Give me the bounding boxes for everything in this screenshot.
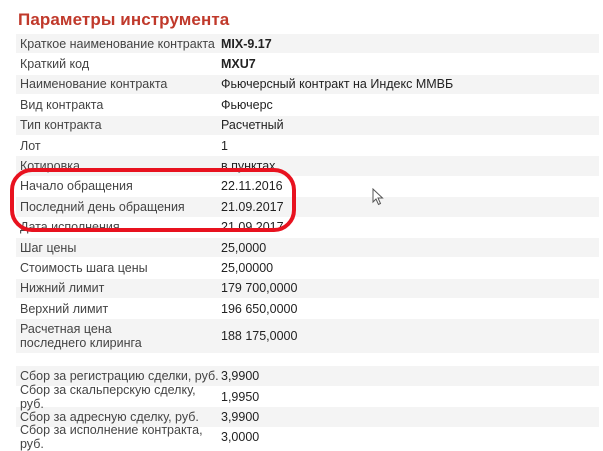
row-value: 179 700,0000 — [221, 281, 298, 296]
table-row: Расчетная цена последнего клиринга 188 17… — [16, 319, 599, 355]
table-row: Краткий код MXU7 — [16, 54, 599, 75]
table-row: Наименование контракта Фьючерсный контрак… — [16, 74, 599, 96]
row-label: Краткое наименование контракта — [20, 36, 215, 51]
table-row: Котировка в пунктах — [16, 156, 599, 177]
table-row: Лот 1 — [16, 135, 599, 157]
row-label: Лот — [20, 138, 41, 153]
row-value: MXU7 — [221, 57, 256, 72]
row-label: Нижний лимит — [20, 281, 105, 296]
row-label: Последний день обращения — [20, 199, 185, 214]
row-label: Тип контракта — [20, 118, 102, 133]
row-label: Сбор за адресную сделку, руб. — [20, 409, 199, 424]
row-label: Сбор за исполнение контракта, руб. — [20, 423, 203, 451]
row-label: Шаг цены — [20, 240, 77, 255]
row-label: Стоимость шага цены — [20, 260, 148, 275]
row-value: 3,9900 — [221, 369, 260, 384]
table-row: Шаг цены 25,0000 — [16, 237, 599, 259]
row-value: 1 — [221, 138, 228, 153]
table-row: Сбор за скальперскую сделку, руб. 1,9950 — [16, 383, 599, 411]
row-value: 21.09.2017 — [221, 199, 284, 214]
table-row: Начало обращения 22.11.2016 — [16, 176, 599, 198]
row-label: Верхний лимит — [20, 301, 109, 316]
row-value: 188 175,0000 — [221, 329, 298, 344]
row-value: 25,00000 — [221, 260, 274, 275]
table-row: Вид контракта Фьючерс — [16, 95, 599, 116]
row-value: 25,0000 — [221, 240, 267, 255]
table-row: Нижний лимит 179 700,0000 — [16, 278, 599, 300]
row-value: 3,0000 — [221, 430, 260, 445]
params-rows: Краткое наименование контракта MIX-9.17 Кр… — [16, 34, 599, 355]
row-value: 1,9950 — [221, 389, 260, 404]
table-row: Последний день обращения 21.09.2017 — [16, 197, 599, 218]
table-row: Краткое наименование контракта MIX-9.17 — [16, 34, 599, 55]
fee-rows: Сбор за регистрацию сделки, руб. 3,9900 Сб… — [16, 366, 599, 451]
row-value: 22.11.2016 — [221, 179, 283, 194]
row-label: Дата исполнения — [20, 220, 120, 235]
table-row: Тип контракта Расчетный — [16, 115, 599, 136]
row-label: Начало обращения — [20, 179, 133, 194]
row-label: Вид контракта — [20, 97, 104, 112]
row-label: Расчетная цена последнего клиринга — [20, 322, 142, 351]
table-row: Стоимость шага цены 25,00000 — [16, 258, 599, 279]
table-spacer — [16, 354, 599, 366]
row-value: 3,9900 — [221, 409, 260, 424]
row-value: Фьючерсный контракт на Индекс ММВБ — [221, 77, 454, 92]
row-label: Наименование контракта — [20, 77, 168, 92]
section-title: Параметры инструмента — [18, 10, 230, 29]
row-value: 21.09.2017 — [221, 220, 284, 235]
instrument-params-table: Краткое наименование контракта MIX-9.17 Кр… — [16, 34, 599, 451]
table-row: Дата исполнения 21.09.2017 — [16, 217, 599, 238]
row-value: 196 650,0000 — [221, 301, 298, 316]
row-label: Сбор за скальперскую сделку, руб. — [20, 382, 196, 411]
row-label: Краткий код — [20, 57, 90, 72]
row-value: MIX-9.17 — [221, 36, 272, 51]
row-value: Расчетный — [221, 118, 284, 133]
row-value: в пунктах — [221, 159, 276, 174]
row-value: Фьючерс — [221, 97, 273, 112]
row-label: Сбор за регистрацию сделки, руб. — [20, 369, 219, 384]
mouse-cursor-icon — [372, 188, 384, 206]
row-label: Котировка — [20, 159, 80, 174]
table-row: Верхний лимит 196 650,0000 — [16, 299, 599, 320]
